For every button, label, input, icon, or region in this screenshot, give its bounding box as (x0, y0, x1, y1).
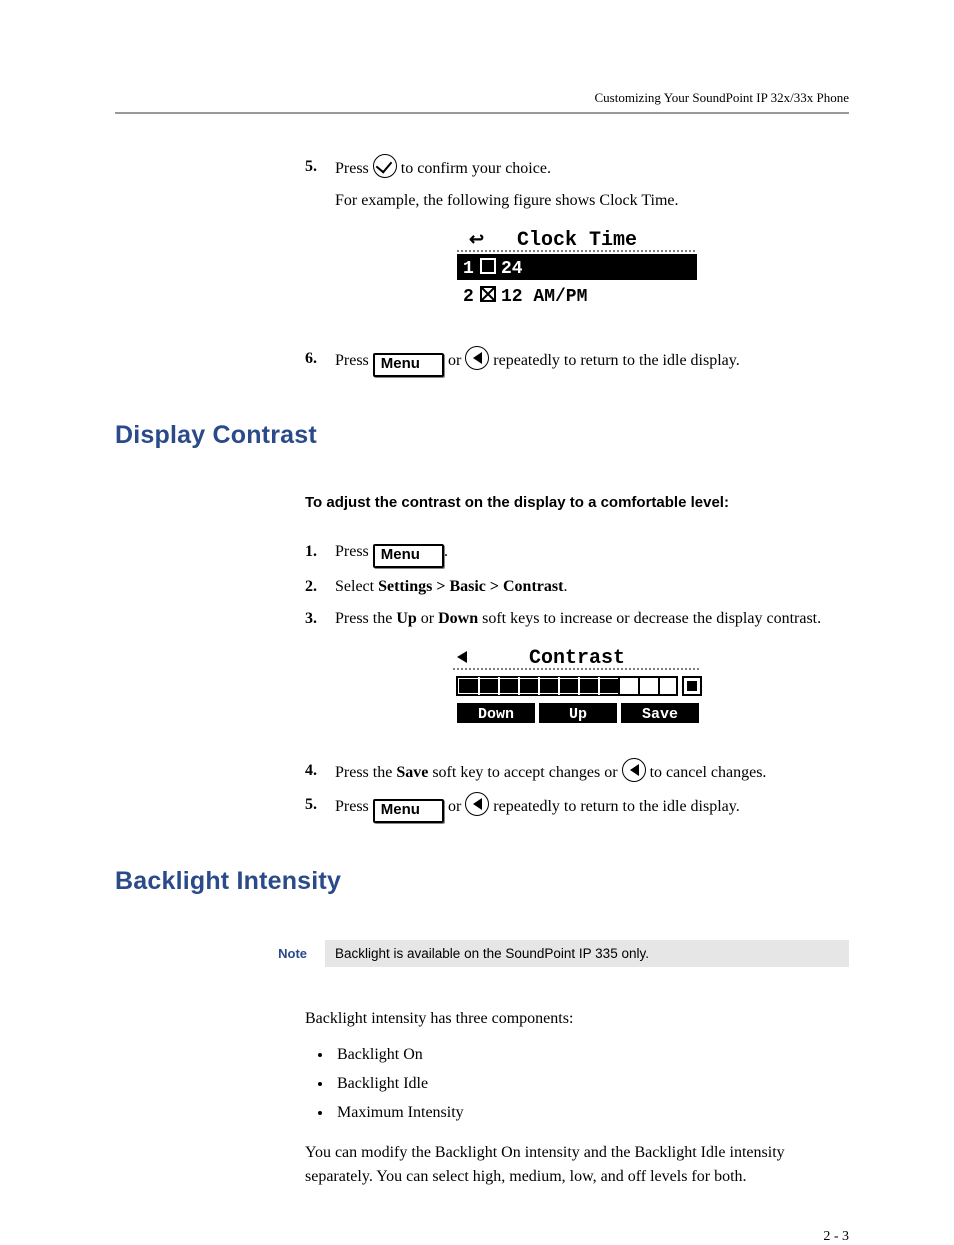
subheading: To adjust the contrast on the display to… (305, 494, 849, 511)
paragraph: You can modify the Backlight On intensit… (305, 1141, 849, 1189)
step-2: 2. Select Settings > Basic > Contrast. (305, 574, 849, 600)
text: soft key to accept changes or (428, 764, 621, 781)
back-arrow-icon (465, 792, 489, 816)
softkey-name: Save (396, 764, 428, 781)
softkey-name: Down (438, 610, 478, 627)
step-6: 6. Press Menu or repeatedly to return to… (305, 346, 849, 377)
step-1: 1. Press Menu. (305, 539, 849, 568)
text: . (444, 543, 448, 560)
step-body: Press the Up or Down soft keys to increa… (335, 606, 849, 632)
step-number: 5. (305, 154, 335, 213)
text: Press (335, 160, 373, 177)
lcd-line2-num: 2 (463, 287, 474, 307)
check-icon (373, 154, 397, 178)
step-body: Press Menu or repeatedly to return to th… (335, 346, 849, 377)
text: Press (335, 543, 373, 560)
section-1-steps: 5. Press to confirm your choice. For exa… (305, 154, 849, 377)
text: . (563, 578, 567, 595)
menu-path: Settings > Basic > Contrast (378, 578, 563, 595)
menu-button-icon: Menu (373, 799, 444, 823)
heading-display-contrast: Display Contrast (115, 421, 849, 450)
step-number: 3. (305, 606, 335, 632)
step-body: Press the Save soft key to accept change… (335, 758, 849, 786)
page-number: 2 - 3 (115, 1229, 849, 1245)
text: Press the (335, 610, 396, 627)
text: Select (335, 578, 378, 595)
menu-button-icon: Menu (373, 353, 444, 377)
lcd-line2-val: 12 AM/PM (501, 287, 587, 307)
lcd-clock-time-figure: ↩ Clock Time 1 24 2 12 AM/PM (447, 227, 707, 322)
step-4: 4. Press the Save soft key to accept cha… (305, 758, 849, 786)
step-number: 5. (305, 792, 335, 823)
lcd-line1-num: 1 (463, 259, 474, 279)
step-5b: 5. Press Menu or repeatedly to return to… (305, 792, 849, 823)
lcd-title: Contrast (529, 647, 625, 670)
section-3-body: Note Backlight is available on the Sound… (305, 940, 849, 1189)
text: or (444, 352, 465, 369)
heading-backlight-intensity: Backlight Intensity (115, 867, 849, 896)
back-arrow-icon (622, 758, 646, 782)
menu-button-icon: Menu (373, 544, 444, 568)
text: Press the (335, 764, 396, 781)
svg-text:↩: ↩ (469, 231, 484, 251)
list-item: Maximum Intensity (333, 1099, 849, 1128)
list-item: Backlight Idle (333, 1070, 849, 1099)
text: or (417, 610, 438, 627)
step-number: 1. (305, 539, 335, 568)
lcd-contrast-figure: Contrast (447, 645, 707, 734)
step-body: Select Settings > Basic > Contrast. (335, 574, 849, 600)
lcd-title: Clock Time (517, 229, 637, 252)
running-header: Customizing Your SoundPoint IP 32x/33x P… (115, 90, 849, 106)
text: repeatedly to return to the idle display… (489, 352, 739, 369)
text: repeatedly to return to the idle display… (489, 798, 739, 815)
lcd-line1-val: 24 (501, 259, 523, 279)
text: to confirm your choice. (397, 160, 551, 177)
note-label: Note (235, 940, 325, 967)
softkey-name: Up (396, 610, 416, 627)
lcd-softkey-down: Down (478, 706, 514, 723)
lcd-softkey-up: Up (569, 706, 587, 723)
paragraph: Backlight intensity has three components… (305, 1007, 849, 1031)
step-body: Press Menu. (335, 539, 849, 568)
step-number: 4. (305, 758, 335, 786)
note-block: Note Backlight is available on the Sound… (235, 940, 849, 967)
step-extra-text: For example, the following figure shows … (335, 188, 849, 214)
text: Press (335, 798, 373, 815)
header-rule (115, 112, 849, 114)
step-number: 6. (305, 346, 335, 377)
list-item: Backlight On (333, 1041, 849, 1070)
step-body: Press to confirm your choice. For exampl… (335, 154, 849, 213)
step-body: Press Menu or repeatedly to return to th… (335, 792, 849, 823)
note-body: Backlight is available on the SoundPoint… (325, 940, 849, 967)
text: or (444, 798, 465, 815)
section-2-body: To adjust the contrast on the display to… (305, 494, 849, 823)
text: Press (335, 352, 373, 369)
step-5: 5. Press to confirm your choice. For exa… (305, 154, 849, 213)
step-number: 2. (305, 574, 335, 600)
lcd-softkey-save: Save (642, 706, 678, 723)
step-3: 3. Press the Up or Down soft keys to inc… (305, 606, 849, 632)
text: soft keys to increase or decrease the di… (478, 610, 821, 627)
back-arrow-icon (465, 346, 489, 370)
text: to cancel changes. (646, 764, 767, 781)
bullet-list: Backlight On Backlight Idle Maximum Inte… (313, 1041, 849, 1127)
page: Customizing Your SoundPoint IP 32x/33x P… (0, 0, 954, 1235)
